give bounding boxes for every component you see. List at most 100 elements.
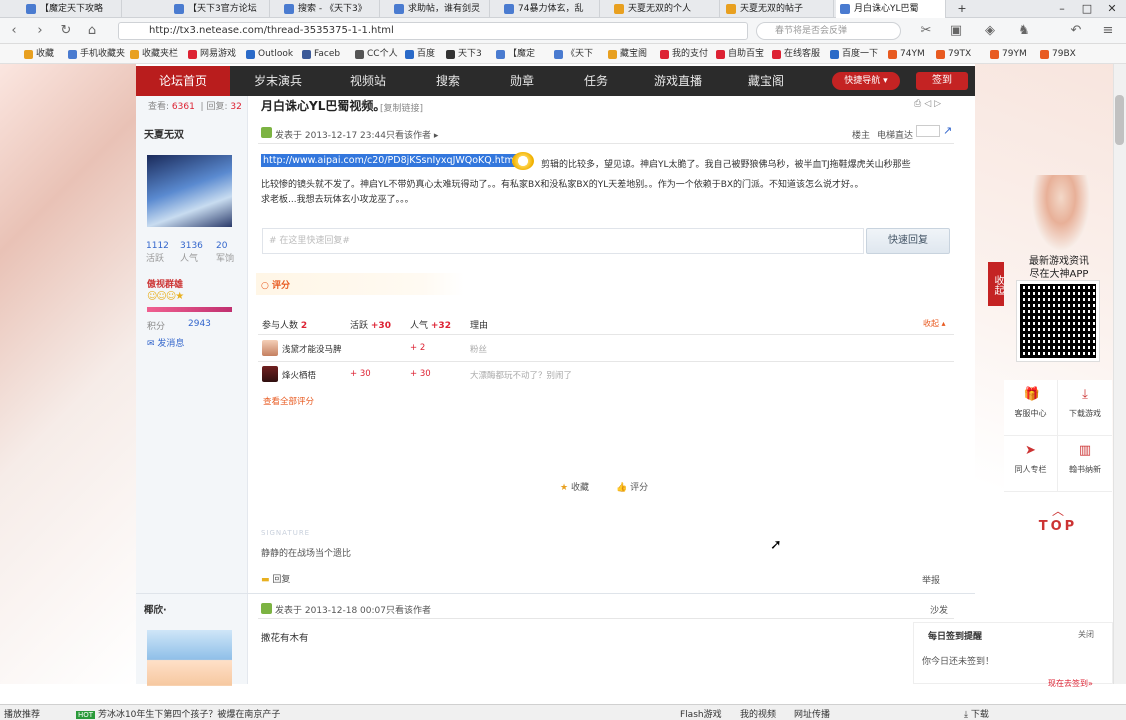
- bookmark-item[interactable]: 我的支付: [660, 44, 708, 64]
- flash-games[interactable]: Flash游戏: [680, 707, 722, 720]
- signin-now-link[interactable]: 现在去签到»: [1048, 678, 1093, 689]
- post-author-name[interactable]: 椰欣·: [144, 602, 167, 616]
- left-background-art: [0, 64, 136, 684]
- play-recommend[interactable]: 播放推荐: [4, 707, 40, 720]
- bookmark-item[interactable]: CC个人: [355, 44, 398, 64]
- site-icon: [1040, 50, 1049, 59]
- menu-icon[interactable]: ≡: [1098, 22, 1118, 40]
- author-avatar[interactable]: [147, 155, 232, 227]
- fan-column-button[interactable]: ➤ 同人专栏: [1004, 436, 1058, 492]
- close-window-button[interactable]: ✕: [1100, 0, 1124, 18]
- status-bar: 播放推荐 HOT 芳冰冰10年生下第四个孩子？被爆在南京产子 Flash游戏 我…: [0, 704, 1126, 720]
- collapse-panel-button[interactable]: 收起: [988, 262, 1004, 306]
- browser-tab[interactable]: 求助帖，谁有剑灵: [390, 0, 490, 18]
- report-button[interactable]: 举报: [922, 573, 940, 586]
- customer-service-button[interactable]: 🎁 客服中心: [1004, 380, 1058, 436]
- nav-year-end[interactable]: 岁末演兵: [236, 66, 320, 96]
- rater-name[interactable]: 浅黛才能没马脾: [282, 343, 342, 355]
- maximize-button[interactable]: □: [1075, 0, 1099, 18]
- view-all-ratings-link[interactable]: 查看全部评分: [263, 395, 314, 407]
- points-label: 积分: [147, 322, 166, 332]
- page-scrollbar[interactable]: [1113, 64, 1126, 684]
- quick-reply-button[interactable]: 快速回复: [866, 228, 950, 254]
- bookmark-item[interactable]: Faceb: [302, 44, 340, 64]
- rater-avatar[interactable]: [262, 340, 278, 356]
- browser-tab-active[interactable]: 月白诛心YL巴蜀: [836, 0, 946, 18]
- bookmark-item[interactable]: 《天下: [554, 44, 593, 64]
- minimize-button[interactable]: –: [1050, 0, 1074, 18]
- nav-tasks[interactable]: 任务: [564, 66, 628, 96]
- bookmark-item[interactable]: 天下3: [446, 44, 482, 64]
- nav-home[interactable]: 论坛首页: [136, 66, 230, 96]
- nav-medals[interactable]: 勋章: [490, 66, 554, 96]
- bookmark-item[interactable]: 79YM: [990, 44, 1027, 64]
- nav-search[interactable]: 搜索: [416, 66, 480, 96]
- rate-button[interactable]: 👍 评分: [616, 480, 648, 493]
- refresh-icon[interactable]: ↻: [56, 22, 76, 40]
- video-link[interactable]: http://www.aipai.com/c20/PD8jKSsnIyxqJWQ…: [261, 154, 519, 167]
- bookmark-item[interactable]: 百度一下: [830, 44, 878, 64]
- browser-tab[interactable]: 74暴力体玄，乱: [500, 0, 600, 18]
- nav-live[interactable]: 游戏直播: [638, 66, 718, 96]
- nav-treasure[interactable]: 藏宝阁: [726, 66, 806, 96]
- bookmark-item[interactable]: 收藏: [24, 44, 54, 64]
- reply-button[interactable]: ▬ 回复: [261, 572, 290, 585]
- rater-name[interactable]: 烽火栖梧: [282, 369, 316, 381]
- print-icon[interactable]: ⎙◁▷: [914, 99, 944, 109]
- only-author-link[interactable]: 只看该作者: [386, 603, 431, 616]
- extension-icon[interactable]: ▣: [946, 22, 966, 40]
- author-avatar[interactable]: [147, 630, 232, 704]
- undo-icon[interactable]: ↶: [1066, 22, 1086, 40]
- bookmark-item[interactable]: 收藏夹栏: [130, 44, 178, 64]
- floor-label: 楼主: [852, 131, 871, 141]
- game-icon[interactable]: ♞: [1014, 22, 1034, 40]
- download-game-button[interactable]: ⤓ 下载游戏: [1058, 380, 1112, 436]
- forward-icon[interactable]: ›: [30, 22, 50, 40]
- browser-tab[interactable]: 【魔定天下攻略: [22, 0, 122, 18]
- bookmark-item[interactable]: 74YM: [888, 44, 925, 64]
- news-ticker[interactable]: HOT 芳冰冰10年生下第四个孩子？被爆在南京产子: [76, 707, 280, 720]
- favorite-button[interactable]: ★ 收藏: [560, 480, 589, 493]
- bookmark-item[interactable]: 79BX: [1040, 44, 1076, 64]
- browser-tab[interactable]: 天夏无双的帖子: [722, 0, 834, 18]
- scissors-icon[interactable]: ✂: [916, 22, 936, 40]
- quick-reply-input[interactable]: # 在这里快速回复#: [262, 228, 864, 254]
- bookmark-item[interactable]: 自助百宝: [716, 44, 764, 64]
- browser-tab[interactable]: 天夏无双的个人: [610, 0, 720, 18]
- browser-tab[interactable]: 【天下3官方论坛: [170, 0, 270, 18]
- bookmark-item[interactable]: 【魔定: [496, 44, 535, 64]
- rating-collapse-link[interactable]: 收起 ▴: [923, 318, 946, 329]
- shield-icon[interactable]: ◈: [980, 22, 1000, 40]
- bookmark-item[interactable]: 在线客服: [772, 44, 820, 64]
- bookmark-item[interactable]: 网易游戏: [188, 44, 236, 64]
- signin-button[interactable]: 签到: [916, 72, 968, 90]
- scrollbar-thumb[interactable]: [1115, 95, 1124, 145]
- quick-nav-button[interactable]: 快捷导航 ▾: [832, 72, 900, 90]
- search-input[interactable]: 春节将是否会反弹: [756, 22, 901, 40]
- bookmark-item[interactable]: 79TX: [936, 44, 971, 64]
- browser-tab[interactable]: 搜索 - 《天下3》: [280, 0, 380, 18]
- nav-video[interactable]: 视频站: [326, 66, 410, 96]
- bookmark-item[interactable]: 手机收藏夹: [68, 44, 125, 64]
- url-share[interactable]: 网址传播: [794, 707, 830, 720]
- back-to-top-button[interactable]: ︿ TOP: [1004, 498, 1112, 548]
- floor-jump-input[interactable]: [916, 125, 940, 137]
- treasure-icon: [608, 50, 617, 59]
- bookmark-item[interactable]: 百度: [405, 44, 435, 64]
- bookmark-item[interactable]: Outlook: [246, 44, 293, 64]
- recruit-button[interactable]: ▥ 翰书纳新: [1058, 436, 1112, 492]
- home-icon[interactable]: ⌂: [82, 22, 102, 40]
- my-videos[interactable]: 我的视频: [740, 707, 776, 720]
- post-author-name[interactable]: 天夏无双: [144, 126, 184, 141]
- back-icon[interactable]: ‹: [4, 22, 24, 40]
- bookmark-item[interactable]: 藏宝阁: [608, 44, 647, 64]
- only-author-link[interactable]: 只看该作者 ▸: [386, 128, 438, 141]
- jump-icon[interactable]: ↗: [943, 124, 952, 137]
- download-button[interactable]: ⤓ 下载: [964, 707, 989, 720]
- signin-reminder-close[interactable]: 关闭: [1078, 629, 1094, 640]
- rater-avatar[interactable]: [262, 366, 278, 382]
- new-tab-button[interactable]: +: [950, 0, 974, 18]
- copy-link-button[interactable]: [复制链接]: [380, 101, 423, 114]
- send-message-link[interactable]: ✉ 发消息: [147, 336, 184, 349]
- url-input[interactable]: http://tx3.netease.com/thread-3535375-1-…: [118, 22, 748, 40]
